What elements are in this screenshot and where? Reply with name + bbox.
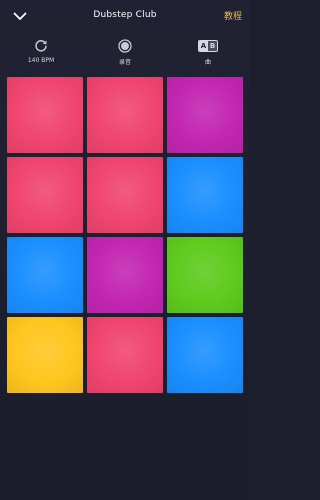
pad-grid — [7, 77, 243, 393]
pad-pink[interactable] — [87, 317, 163, 393]
ab-label: 曲 — [204, 59, 211, 66]
toolbar: 140 BPM 录音 A B 曲 — [0, 38, 250, 70]
pad-green[interactable] — [167, 237, 243, 313]
pad-pink[interactable] — [87, 77, 163, 153]
pad-blue[interactable] — [7, 237, 83, 313]
pad-blue[interactable] — [167, 157, 243, 233]
record-label: 录音 — [118, 59, 131, 66]
ab-switch-button[interactable]: A B 曲 — [178, 38, 238, 70]
pad-pink[interactable] — [7, 77, 83, 153]
pad-magenta[interactable] — [87, 237, 163, 313]
chevron-down-icon — [13, 12, 27, 20]
pad-magenta[interactable] — [167, 77, 243, 153]
tempo-button[interactable]: 140 BPM — [11, 38, 71, 70]
pad-pink[interactable] — [7, 157, 83, 233]
pad-yellow[interactable] — [7, 317, 83, 393]
refresh-icon — [35, 40, 47, 52]
dubstep-pad-screen: Dubstep Club 教程 140 BPM 录音 A B 曲 — [0, 0, 250, 500]
top-bar: Dubstep Club 教程 — [0, 0, 250, 34]
pad-blue[interactable] — [167, 317, 243, 393]
record-button[interactable]: 录音 — [95, 38, 155, 70]
back-button[interactable] — [10, 7, 30, 25]
tutorial-link[interactable]: 教程 — [224, 9, 242, 22]
page-title: Dubstep Club — [93, 10, 157, 20]
tempo-label: 140 BPM — [27, 57, 55, 64]
record-icon — [118, 39, 132, 53]
pad-pink[interactable] — [87, 157, 163, 233]
ab-switch-icon: A B — [198, 40, 218, 52]
